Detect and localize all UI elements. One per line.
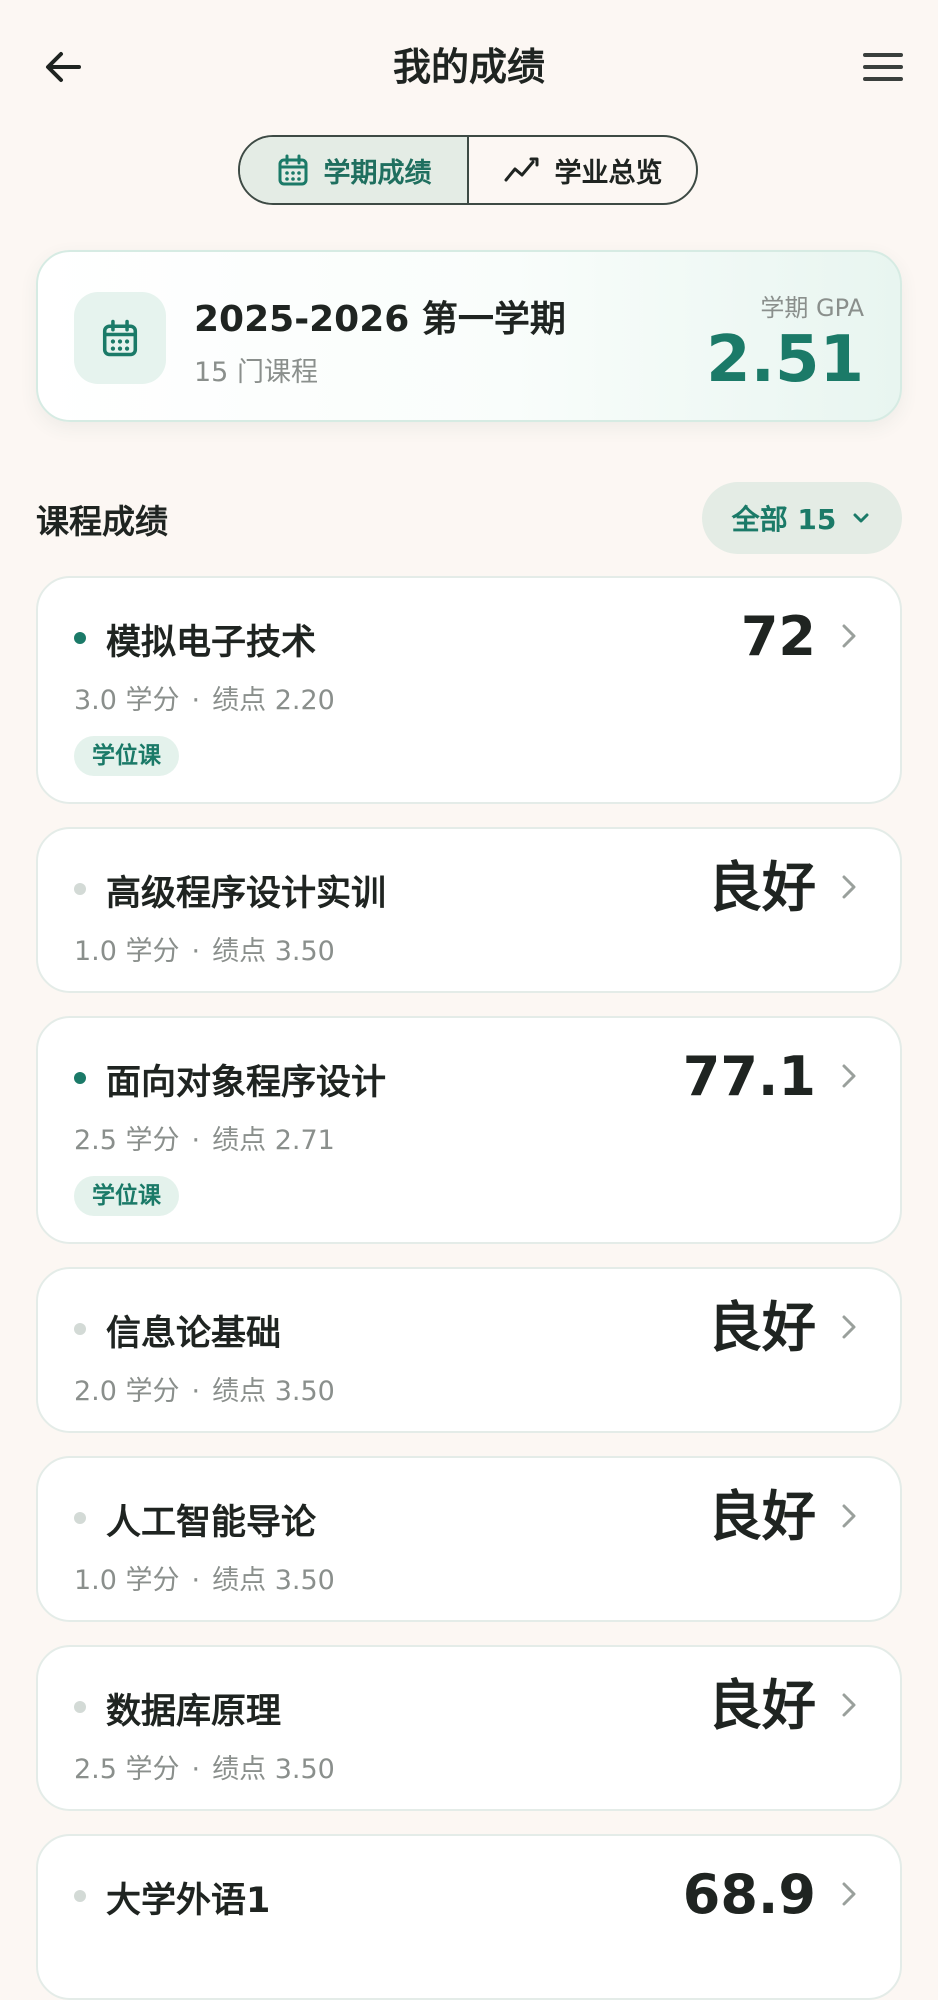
chevron-right-icon-wrap [836, 1876, 862, 1912]
status-dot [74, 1323, 86, 1335]
course-gpa: 绩点 2.71 [212, 1125, 335, 1156]
course-score: 良好 [708, 1485, 816, 1548]
filter-dropdown[interactable]: 全部 15 [702, 482, 902, 554]
course-score: 68.9 [682, 1863, 816, 1926]
course-credits: 2.5 学分 [74, 1754, 180, 1785]
term-name: 2025-2026 第一学期 [194, 299, 566, 340]
course-meta: 2.5 学分 · 绩点 3.50 [74, 1747, 335, 1786]
course-meta: 1.0 学分 · 绩点 3.50 [74, 929, 335, 968]
term-icon-box [74, 292, 166, 384]
course-credits: 1.0 学分 [74, 1565, 180, 1596]
course-credits: 2.5 学分 [74, 1125, 180, 1156]
course-name: 大学外语1 [106, 1881, 271, 1921]
status-dot [74, 1512, 86, 1524]
tab-label: 学业总览 [554, 157, 663, 189]
calendar-icon [278, 154, 307, 186]
course-card[interactable]: 人工智能导论 1.0 学分 · 绩点 3.50 良好 [36, 1456, 902, 1622]
meta-separator: · [191, 685, 201, 716]
course-gpa: 绩点 3.50 [212, 1565, 335, 1596]
chevron-right-icon [842, 1504, 856, 1528]
chevron-right-icon-wrap [836, 1058, 862, 1094]
gpa-label: 学期 GPA [760, 294, 864, 322]
course-name: 模拟电子技术 [106, 623, 317, 663]
meta-separator: · [191, 1565, 201, 1596]
page-title: 我的成绩 [392, 45, 545, 89]
meta-separator: · [191, 1125, 201, 1156]
course-score: 77.1 [682, 1045, 816, 1108]
chevron-right-icon [842, 1882, 856, 1906]
term-course-count: 15 门课程 [194, 357, 318, 388]
chevron-right-icon [842, 1693, 856, 1717]
tab-term-grades[interactable]: 学期成绩 [240, 137, 467, 203]
course-gpa: 绩点 3.50 [212, 1376, 335, 1407]
menu-button[interactable] [856, 40, 910, 94]
filter-label: 全部 15 [731, 503, 837, 536]
trend-icon [504, 157, 538, 182]
course-meta: 1.0 学分 · 绩点 3.50 [74, 1558, 335, 1597]
course-name: 面向对象程序设计 [106, 1063, 387, 1103]
chevron-right-icon-wrap [836, 1687, 862, 1723]
degree-course-badge: 学位课 [74, 736, 179, 776]
course-gpa: 绩点 3.50 [212, 936, 335, 967]
course-meta: 2.0 学分 · 绩点 3.50 [74, 1369, 335, 1408]
chevron-right-icon-wrap [836, 618, 862, 654]
course-credits: 1.0 学分 [74, 936, 180, 967]
status-dot [74, 1701, 86, 1713]
status-dot [74, 632, 86, 644]
chevron-right-icon [842, 1064, 856, 1088]
course-card[interactable]: 数据库原理 2.5 学分 · 绩点 3.50 良好 [36, 1645, 902, 1811]
chevron-right-icon-wrap [836, 1309, 862, 1345]
meta-separator: · [191, 1376, 201, 1407]
course-name: 人工智能导论 [106, 1503, 317, 1543]
meta-separator: · [191, 936, 201, 967]
tab-academic-overview[interactable]: 学业总览 [467, 137, 696, 203]
course-card[interactable]: 模拟电子技术 3.0 学分 · 绩点 2.20 学位课 72 [36, 576, 902, 804]
term-summary-card[interactable]: 2025-2026 第一学期 15 门课程 学期 GPA 2.51 [36, 250, 902, 422]
chevron-right-icon [842, 1315, 856, 1339]
course-meta: 2.5 学分 · 绩点 2.71 [74, 1118, 335, 1157]
course-score: 良好 [708, 856, 816, 919]
menu-icon [863, 53, 903, 81]
status-dot [74, 1072, 86, 1084]
course-card[interactable]: 大学外语1 68.9 [36, 1834, 902, 2000]
chevron-down-icon [853, 513, 869, 523]
course-card[interactable]: 信息论基础 2.0 学分 · 绩点 3.50 良好 [36, 1267, 902, 1433]
degree-course-badge: 学位课 [74, 1176, 179, 1216]
course-gpa: 绩点 2.20 [212, 685, 335, 716]
course-name: 数据库原理 [106, 1692, 282, 1732]
status-dot [74, 1890, 86, 1902]
section-title: 课程成绩 [36, 502, 168, 541]
view-switcher: 学期成绩 学业总览 [238, 135, 698, 205]
course-gpa: 绩点 3.50 [212, 1754, 335, 1785]
course-score: 良好 [708, 1296, 816, 1359]
chevron-right-icon-wrap [836, 869, 862, 905]
course-name: 信息论基础 [106, 1314, 282, 1354]
chevron-right-icon [842, 624, 856, 648]
tab-label: 学期成绩 [323, 157, 432, 189]
course-card[interactable]: 面向对象程序设计 2.5 学分 · 绩点 2.71 学位课 77.1 [36, 1016, 902, 1244]
status-dot [74, 883, 86, 895]
course-card[interactable]: 高级程序设计实训 1.0 学分 · 绩点 3.50 良好 [36, 827, 902, 993]
chevron-right-icon-wrap [836, 1498, 862, 1534]
meta-separator: · [191, 1754, 201, 1785]
course-credits: 2.0 学分 [74, 1376, 180, 1407]
app-header: 我的成绩 [0, 0, 938, 130]
calendar-icon [102, 319, 138, 357]
course-credits: 3.0 学分 [74, 685, 180, 716]
gpa-value: 2.51 [706, 323, 864, 397]
course-name: 高级程序设计实训 [106, 874, 387, 914]
course-score: 良好 [708, 1674, 816, 1737]
course-meta: 3.0 学分 · 绩点 2.20 [74, 678, 335, 717]
course-score: 72 [740, 605, 816, 668]
chevron-right-icon [842, 875, 856, 899]
